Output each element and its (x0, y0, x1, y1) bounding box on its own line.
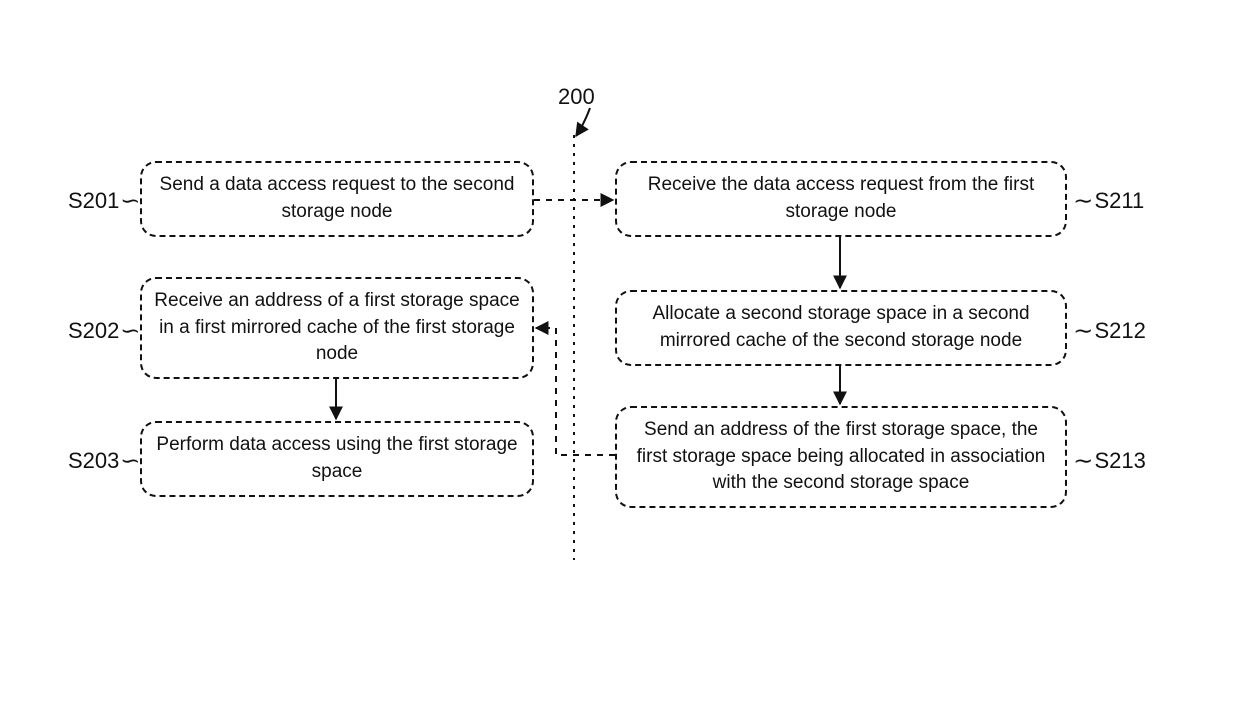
diagram-stage: 200 Send a data access request to the se… (0, 0, 1240, 705)
step-s211-text: Receive the data access request from the… (629, 172, 1053, 225)
tilde-icon: ∼ (1073, 318, 1093, 344)
step-s211: Receive the data access request from the… (615, 161, 1067, 237)
step-s212: Allocate a second storage space in a sec… (615, 290, 1067, 366)
step-s213: Send an address of the first storage spa… (615, 406, 1067, 508)
label-s202-id: S202 (68, 318, 119, 343)
step-s212-text: Allocate a second storage space in a sec… (629, 301, 1053, 354)
step-s203: Perform data access using the first stor… (140, 421, 534, 497)
ref-200-leader (576, 108, 590, 136)
label-s211-id: S211 (1094, 188, 1144, 213)
label-s202: S202∽ (68, 318, 142, 344)
tilde-icon: ∼ (1073, 188, 1093, 214)
label-s203-id: S203 (68, 448, 119, 473)
label-s211: ∼S211 (1072, 188, 1144, 214)
label-s201: S201∽ (68, 188, 142, 214)
step-s201-text: Send a data access request to the second… (154, 172, 520, 225)
tilde-icon: ∽ (120, 448, 140, 474)
step-s201: Send a data access request to the second… (140, 161, 534, 237)
tilde-icon: ∼ (1073, 448, 1093, 474)
tilde-icon: ∽ (120, 188, 140, 214)
ref-200: 200 (558, 84, 595, 110)
label-s213-id: S213 (1094, 448, 1145, 473)
step-s213-text: Send an address of the first storage spa… (629, 417, 1053, 497)
tilde-icon: ∽ (120, 318, 140, 344)
label-s213: ∼S213 (1072, 448, 1146, 474)
arrow-s213-s202 (536, 328, 615, 455)
label-s201-id: S201 (68, 188, 119, 213)
step-s202: Receive an address of a first storage sp… (140, 277, 534, 379)
label-s212-id: S212 (1094, 318, 1145, 343)
ref-200-text: 200 (558, 84, 595, 109)
step-s203-text: Perform data access using the first stor… (154, 432, 520, 485)
label-s203: S203∽ (68, 448, 142, 474)
label-s212: ∼S212 (1072, 318, 1146, 344)
step-s202-text: Receive an address of a first storage sp… (154, 288, 520, 368)
